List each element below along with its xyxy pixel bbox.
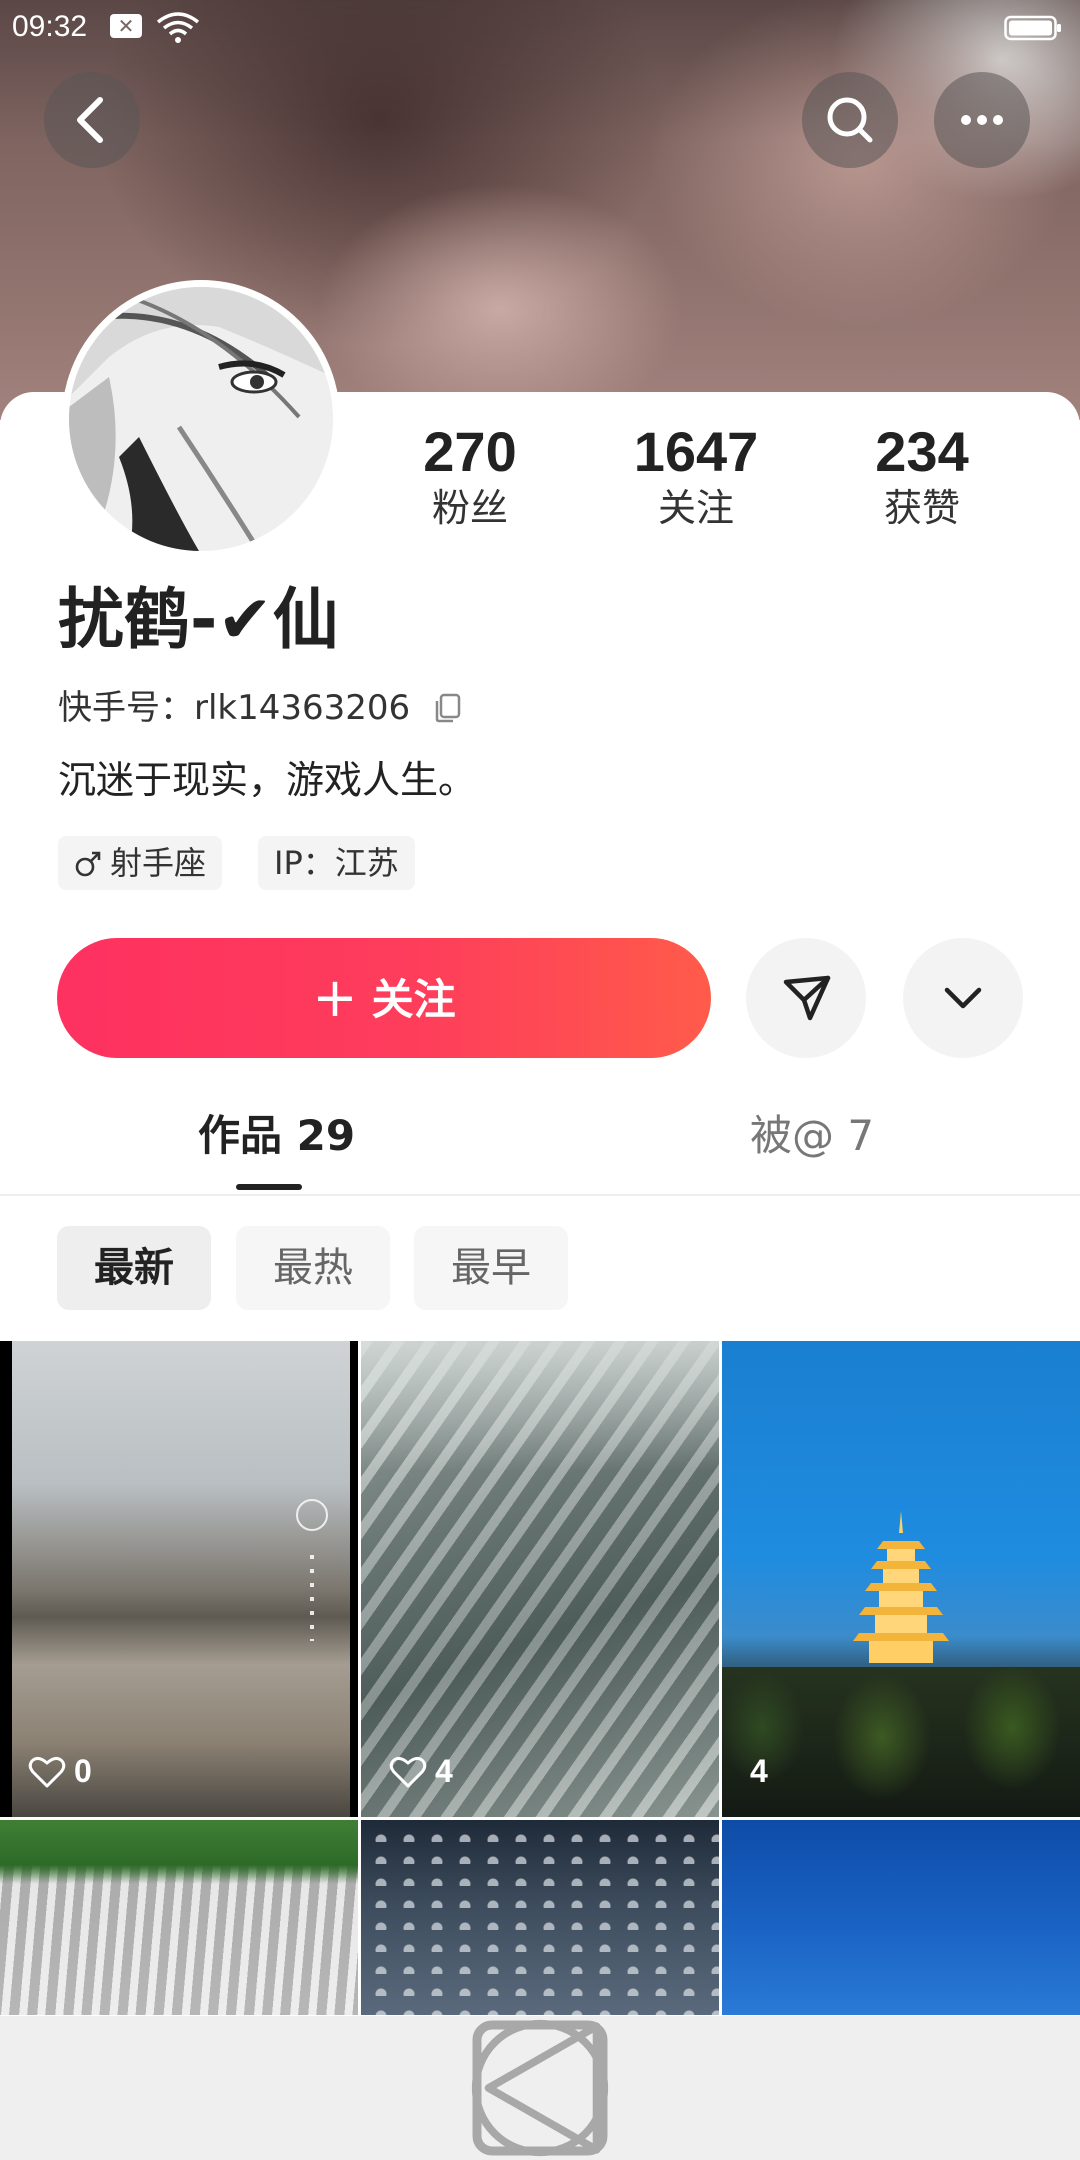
- slider-dots: [310, 1555, 314, 1641]
- mist-overlay: [361, 1341, 719, 1471]
- like-count: 0: [28, 1749, 92, 1793]
- more-dots-icon: [961, 115, 1003, 125]
- stat-likes[interactable]: 234 获赞: [832, 420, 1012, 532]
- copy-icon[interactable]: [431, 691, 465, 725]
- camera-shutter-icon: [296, 1499, 328, 1531]
- back-arrow-icon: [77, 97, 103, 143]
- stat-value: 234: [875, 420, 969, 483]
- avatar[interactable]: [62, 280, 340, 558]
- kuaishou-id-value: rlk14363206: [194, 687, 411, 728]
- tab-mentions[interactable]: 被@ 7: [750, 1106, 874, 1166]
- sort-hottest-chip[interactable]: 最热: [236, 1226, 390, 1310]
- plus-icon: +: [312, 966, 358, 1029]
- chevron-down-icon: [944, 987, 982, 1009]
- sort-latest-chip[interactable]: 最新: [57, 1226, 211, 1310]
- follow-button[interactable]: + 关注: [57, 938, 711, 1058]
- back-button[interactable]: [44, 72, 140, 168]
- battery-icon: [1004, 15, 1061, 41]
- heart-icon: [28, 1756, 66, 1788]
- sort-earliest-chip[interactable]: 最早: [414, 1226, 568, 1310]
- video-thumbnail[interactable]: [722, 1820, 1080, 2015]
- video-thumbnail[interactable]: [361, 1820, 719, 2015]
- like-count-value: 0: [74, 1753, 92, 1789]
- ip-location-tag: IP：江苏: [258, 836, 415, 890]
- like-count: 4: [750, 1749, 768, 1793]
- stat-followers[interactable]: 270 粉丝: [380, 420, 560, 532]
- pagoda-illustration: [853, 1511, 949, 1663]
- system-navigation-bar: [0, 2016, 1080, 2160]
- expand-recommendations-button[interactable]: [903, 938, 1023, 1058]
- active-tab-indicator: [236, 1184, 302, 1190]
- zodiac-tag: 射手座: [58, 836, 223, 890]
- like-count-value: 4: [750, 1753, 768, 1789]
- more-options-button[interactable]: [934, 72, 1030, 168]
- foliage-overlay: [0, 1820, 358, 1884]
- stat-value: 270: [423, 420, 517, 483]
- follow-label: 关注: [371, 975, 456, 1024]
- paper-plane-icon: [783, 975, 831, 1021]
- stat-label: 粉丝: [431, 486, 508, 530]
- notification-icon: ✕: [110, 14, 142, 38]
- avatar-artwork-icon: [69, 287, 333, 551]
- bio-text: 沉迷于现实，游戏人生。: [58, 758, 477, 802]
- stat-label: 关注: [657, 486, 734, 530]
- kuaishou-id-row: 快手号：rlk14363206: [58, 684, 465, 730]
- video-thumbnail[interactable]: 0: [0, 1341, 358, 1817]
- kuaishou-id-label: 快手号：: [58, 687, 194, 728]
- stat-following[interactable]: 1647 关注: [606, 420, 786, 532]
- video-thumbnail[interactable]: 4: [361, 1341, 719, 1817]
- thumbnail-image: [12, 1341, 350, 1817]
- tab-divider: [0, 1194, 1080, 1196]
- stat-value: 1647: [633, 420, 759, 483]
- video-thumbnail[interactable]: 4: [722, 1341, 1080, 1817]
- like-count: 4: [389, 1749, 453, 1793]
- tab-works[interactable]: 作品 29: [198, 1106, 355, 1166]
- username: 扰鹤-✔仙: [58, 581, 339, 658]
- stat-label: 获赞: [883, 486, 960, 530]
- search-icon: [827, 97, 873, 143]
- heart-icon: [389, 1756, 427, 1788]
- back-triangle-icon[interactable]: [0, 2016, 1080, 2160]
- send-message-button[interactable]: [746, 938, 866, 1058]
- zodiac-label: 射手座: [110, 844, 207, 882]
- wifi-icon: [156, 12, 200, 43]
- like-count-value: 4: [435, 1753, 453, 1789]
- search-button[interactable]: [802, 72, 898, 168]
- video-thumbnail[interactable]: [0, 1820, 358, 2015]
- status-time: 09:32: [12, 10, 88, 43]
- male-gender-icon: [75, 851, 101, 877]
- status-bar: 09:32 ✕: [0, 0, 1080, 56]
- trees-silhouette: [722, 1667, 1080, 1817]
